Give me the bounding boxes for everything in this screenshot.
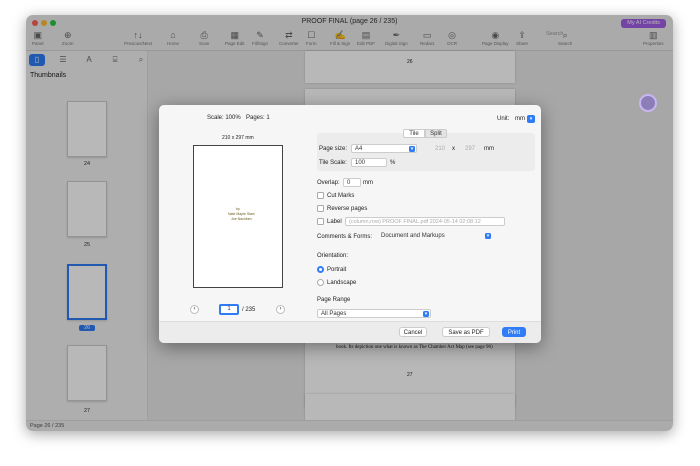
chevron-down-icon: ▾	[409, 146, 415, 152]
tab-tile[interactable]: Tile	[403, 129, 425, 138]
dimension-x: x	[452, 146, 455, 152]
overlap-label: Overlap:	[317, 180, 340, 186]
dimension-unit: mm	[484, 146, 494, 152]
tile-scale-input[interactable]: 100	[351, 158, 387, 167]
tile-panel	[317, 133, 535, 171]
overlap-unit: mm	[363, 180, 373, 186]
pages-label: Pages: 1	[246, 115, 270, 121]
comments-forms-label: Comments & Forms:	[317, 234, 373, 240]
ai-assistant-icon[interactable]	[639, 94, 657, 112]
cut-marks-checkbox[interactable]	[317, 192, 324, 199]
cancel-button[interactable]: Cancel	[399, 327, 427, 337]
page-range-label: Page Range	[317, 297, 351, 303]
preview-line-2: Nate Maple Staw	[228, 212, 255, 216]
landscape-radio[interactable]	[317, 279, 324, 286]
orientation-label: Orientation:	[317, 253, 349, 259]
tab-split[interactable]: Split	[425, 129, 447, 138]
page-range-value: All Pages	[321, 311, 347, 317]
preview-line-1: by	[236, 207, 240, 211]
print-button[interactable]: Print	[502, 327, 526, 337]
tile-scale-percent: %	[390, 160, 396, 166]
preview-line-3: Joe Nachben	[231, 217, 252, 221]
portrait-radio[interactable]	[317, 266, 324, 273]
next-page-button[interactable]: ›	[276, 305, 285, 314]
cut-marks-label: Cut Marks	[327, 193, 355, 199]
scale-label: Scale: 100%	[207, 115, 241, 121]
portrait-label: Portrait	[327, 267, 347, 273]
paper-size-label: 210 x 297 mm	[222, 135, 254, 141]
label-input[interactable]: (column,row) PROOF FINAL.pdf 2024-05-14 …	[345, 217, 505, 226]
comments-forms-value: Document and Markups	[381, 233, 445, 239]
width-input[interactable]: 210	[435, 146, 445, 152]
app-window: PROOF FINAL (page 26 / 235) My AI Credit…	[26, 15, 673, 431]
unit-value: mm	[515, 116, 525, 122]
unit-dropdown[interactable]: ▾	[527, 115, 535, 123]
reverse-pages-label: Reverse pages	[327, 206, 368, 212]
chevron-down-icon: ▾	[423, 311, 429, 317]
page-total: / 235	[242, 307, 256, 313]
overlap-input[interactable]: 0	[343, 178, 361, 187]
print-dialog: Scale: 100% Pages: 1 210 x 297 mm by Nat…	[159, 105, 541, 343]
unit-label: Unit:	[497, 116, 510, 122]
page-range-select[interactable]: All Pages ▾	[317, 309, 431, 318]
page-size-label: Page size:	[319, 146, 348, 152]
previous-page-button[interactable]: ‹	[190, 305, 199, 314]
reverse-pages-checkbox[interactable]	[317, 205, 324, 212]
label-label: Label	[327, 219, 342, 225]
label-checkbox[interactable]	[317, 218, 324, 225]
print-preview: by Nate Maple Staw Joe Nachben	[193, 145, 283, 288]
page-number-input[interactable]: 1	[219, 304, 239, 315]
save-as-pdf-button[interactable]: Save as PDF	[442, 327, 490, 337]
height-input[interactable]: 297	[465, 146, 475, 152]
tile-scale-label: Tile Scale:	[319, 160, 347, 166]
landscape-label: Landscape	[327, 280, 357, 286]
comments-forms-select[interactable]: Document and Markups ▾	[378, 232, 492, 241]
chevron-down-icon: ▾	[485, 233, 491, 239]
page-size-select[interactable]: A4 ▾	[351, 144, 417, 153]
page-size-value: A4	[355, 146, 363, 152]
